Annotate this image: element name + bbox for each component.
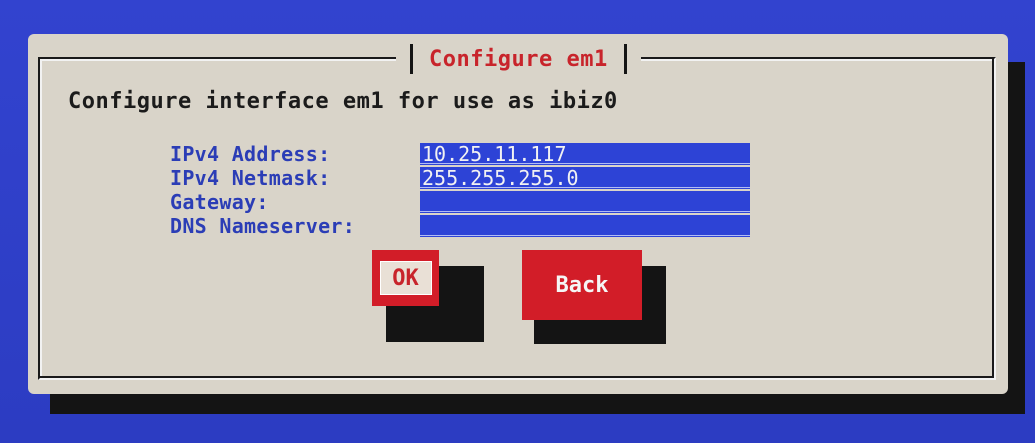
dns-nameserver-label: DNS Nameserver: — [170, 214, 356, 238]
dns-nameserver-input[interactable] — [420, 215, 750, 237]
gateway-input[interactable] — [420, 191, 750, 213]
ipv4-address-input[interactable]: 10.25.11.117 — [420, 143, 750, 165]
form-row-ipv4-address: IPv4 Address: 10.25.11.117 — [170, 142, 770, 166]
ipv4-address-label: IPv4 Address: — [170, 142, 331, 166]
form-row-ipv4-netmask: IPv4 Netmask: 255.255.255.0 — [170, 166, 770, 190]
dialog-title-bar: Configure em1 — [396, 42, 641, 76]
ipv4-netmask-label: IPv4 Netmask: — [170, 166, 331, 190]
form-row-gateway: Gateway: — [170, 190, 770, 214]
back-button[interactable]: Back — [522, 250, 642, 320]
ok-button-label: OK — [379, 261, 432, 295]
network-form: IPv4 Address: 10.25.11.117 IPv4 Netmask:… — [170, 142, 770, 238]
dialog-description: Configure interface em1 for use as ibiz0 — [68, 89, 618, 114]
configure-dialog: Configure em1 Configure interface em1 fo… — [28, 34, 1008, 394]
ok-button[interactable]: OK — [372, 250, 439, 306]
dialog-title: Configure em1 — [429, 46, 608, 72]
gateway-label: Gateway: — [170, 190, 269, 214]
form-row-dns-nameserver: DNS Nameserver: — [170, 214, 770, 238]
title-right-bracket — [623, 44, 627, 74]
ipv4-netmask-input[interactable]: 255.255.255.0 — [420, 167, 750, 189]
